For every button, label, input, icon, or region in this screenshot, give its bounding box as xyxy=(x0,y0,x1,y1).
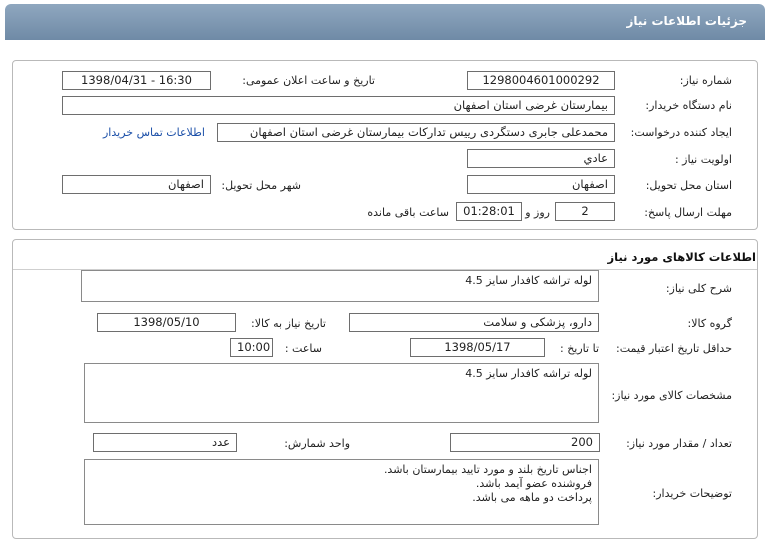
request-creator-field: محمدعلی جابری دستگردی رییس تدارکات بیمار… xyxy=(217,123,615,142)
page-title: جزئیات اطلاعات نیاز xyxy=(626,14,747,28)
goods-specs-label: مشخصات کالای مورد نیاز: xyxy=(611,389,732,402)
page-header: جزئیات اطلاعات نیاز xyxy=(5,4,765,40)
need-date-field: 1398/05/10 xyxy=(97,313,236,332)
buyer-org-field: بیمارستان غرضی استان اصفهان xyxy=(62,96,615,115)
days-text: روز و xyxy=(525,206,550,219)
buyer-note-line: پرداخت دو ماهه می باشد. xyxy=(472,491,592,504)
need-number-field: 1298004601000292 xyxy=(467,71,615,90)
priority-field: عادي xyxy=(467,149,615,168)
buyer-note-line: فروشنده عضو آیمد باشد. xyxy=(475,477,592,490)
buyer-note-line: اجناس تاریخ بلند و مورد تایید بیمارستان … xyxy=(383,463,592,476)
buyer-notes-label: توضیحات خریدار: xyxy=(652,487,733,500)
quantity-label: تعداد / مقدار مورد نیاز: xyxy=(626,437,732,450)
buyer-contact-link[interactable]: اطلاعات تماس خریدار xyxy=(103,126,205,139)
announce-datetime-label: تاریخ و ساعت اعلان عمومی: xyxy=(242,74,375,87)
hour-label: ساعت : xyxy=(284,342,322,355)
quantity-field: 200 xyxy=(450,433,600,452)
goods-section-title: اطلاعات کالاهای مورد نیاز xyxy=(607,250,756,264)
deadline-time-field: 01:28:01 xyxy=(456,202,522,221)
announce-datetime-field: 1398/04/31 - 16:30 xyxy=(62,71,211,90)
min-price-validity-label: حداقل تاریخ اعتبار قیمت: xyxy=(616,342,732,355)
remaining-text: ساعت باقی مانده xyxy=(367,206,449,219)
need-date-label: تاریخ نیاز به کالا: xyxy=(251,317,326,330)
delivery-city-field: اصفهان xyxy=(62,175,211,194)
response-deadline-label: مهلت ارسال پاسخ: xyxy=(644,206,732,219)
unit-field: عدد xyxy=(93,433,237,452)
buyer-org-label: نام دستگاه خریدار: xyxy=(645,99,732,112)
delivery-province-label: استان محل تحویل: xyxy=(645,179,732,192)
until-date-field: 1398/05/17 xyxy=(410,338,545,357)
hour-field: 10:00 xyxy=(230,338,273,357)
buyer-notes-field: اجناس تاریخ بلند و مورد تایید بیمارستان … xyxy=(84,459,599,525)
deadline-days-field: 2 xyxy=(555,202,615,221)
goods-group-label: گروه کالا: xyxy=(687,317,732,330)
priority-label: اولویت نیاز : xyxy=(674,153,732,166)
request-creator-label: ایجاد کننده درخواست: xyxy=(630,126,732,139)
need-number-label: شماره نیاز: xyxy=(679,74,732,87)
delivery-province-field: اصفهان xyxy=(467,175,615,194)
delivery-city-label: شهر محل تحویل: xyxy=(221,179,301,192)
summary-label: شرح کلی نیاز: xyxy=(665,282,732,295)
goods-specs-field: لوله تراشه کافدار سایز 4.5 xyxy=(84,363,599,423)
until-date-label: تا تاریخ : xyxy=(560,342,599,355)
goods-group-field: دارو، پزشکی و سلامت xyxy=(349,313,599,332)
summary-field: لوله تراشه کافدار سایز 4.5 xyxy=(81,270,599,302)
unit-label: واحد شمارش: xyxy=(284,437,350,450)
